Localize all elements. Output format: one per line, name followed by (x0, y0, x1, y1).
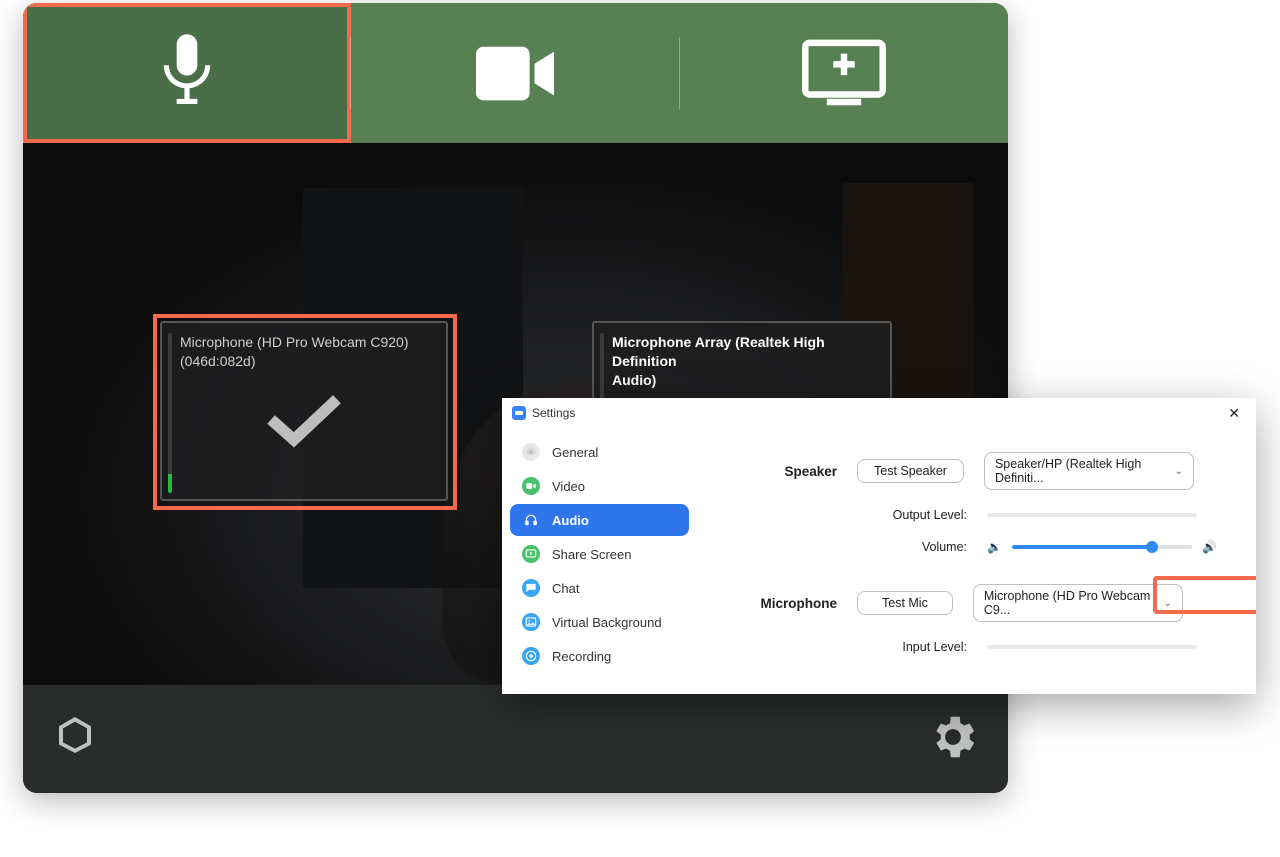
mic-option-hdpro[interactable]: Microphone (HD Pro Webcam C920) (046d:08… (160, 321, 448, 501)
output-level-label: Output Level: (727, 508, 967, 522)
nav-share-screen[interactable]: Share Screen (510, 538, 689, 570)
window-title: Settings (532, 406, 575, 420)
nav-label: Audio (552, 513, 589, 528)
bottom-toolbar (23, 685, 1008, 793)
nav-virtual-background[interactable]: Virtual Background (510, 606, 689, 638)
nav-chat[interactable]: Chat (510, 572, 689, 604)
tab-video[interactable] (351, 3, 679, 143)
record-icon (522, 647, 540, 665)
app-icon (512, 406, 526, 420)
nav-general[interactable]: General (510, 436, 689, 468)
nav-label: Share Screen (552, 547, 632, 562)
speaker-label: Speaker (727, 464, 837, 479)
chevron-down-icon: ⌄ (1163, 598, 1171, 609)
settings-window: Settings ✕ General Video Audio Share Scr… (502, 398, 1256, 694)
volume-label: Volume: (727, 540, 967, 554)
video-camera-icon (476, 46, 554, 101)
speaker-row: Speaker Test Speaker Speaker/HP (Realtek… (727, 452, 1226, 490)
chevron-down-icon: ⌄ (1175, 466, 1183, 477)
settings-titlebar: Settings ✕ (502, 398, 1256, 428)
test-speaker-button[interactable]: Test Speaker (857, 459, 964, 483)
settings-nav: General Video Audio Share Screen Chat Vi… (502, 428, 697, 694)
tab-audio[interactable] (23, 3, 351, 143)
nav-label: Virtual Background (552, 615, 662, 630)
input-level-meter (987, 645, 1197, 649)
volume-slider[interactable] (1012, 545, 1192, 549)
chat-icon (522, 579, 540, 597)
settings-gear-icon[interactable] (926, 710, 980, 769)
headphones-icon (522, 511, 540, 529)
share-icon (522, 545, 540, 563)
mic-option-label: Microphone (HD Pro Webcam C920) (046d:08… (180, 333, 432, 371)
gear-icon (522, 443, 540, 461)
volume-row: Volume: 🔈 🔊 (727, 540, 1226, 554)
input-level-label: Input Level: (727, 640, 967, 654)
checkmark-icon (266, 391, 342, 452)
add-screen-icon (801, 38, 887, 108)
test-mic-button[interactable]: Test Mic (857, 591, 953, 615)
tab-screen-share[interactable] (680, 3, 1008, 143)
settings-content: Speaker Test Speaker Speaker/HP (Realtek… (697, 428, 1256, 694)
microphone-icon (156, 34, 218, 112)
nav-label: Video (552, 479, 585, 494)
input-level-row: Input Level: (727, 640, 1226, 654)
dropdown-value: Microphone (HD Pro Webcam C9... (984, 589, 1164, 617)
speaker-dropdown[interactable]: Speaker/HP (Realtek High Definiti... ⌄ (984, 452, 1194, 490)
nav-label: Recording (552, 649, 611, 664)
nav-recording[interactable]: Recording (510, 640, 689, 672)
top-tabs (23, 3, 1008, 143)
video-icon (522, 477, 540, 495)
dropdown-value: Speaker/HP (Realtek High Definiti... (995, 457, 1175, 485)
volume-high-icon: 🔊 (1202, 540, 1217, 554)
image-icon (522, 613, 540, 631)
nav-label: General (552, 445, 598, 460)
output-level-meter (987, 513, 1197, 517)
app-logo-icon[interactable] (51, 713, 99, 766)
mic-option-label: Microphone Array (Realtek High Definitio… (612, 333, 876, 390)
microphone-label: Microphone (727, 596, 837, 611)
volume-low-icon: 🔈 (987, 540, 1002, 554)
output-level-row: Output Level: (727, 508, 1226, 522)
microphone-dropdown[interactable]: Microphone (HD Pro Webcam C9... ⌄ (973, 584, 1183, 622)
microphone-row: Microphone Test Mic Microphone (HD Pro W… (727, 584, 1226, 622)
input-level-bar (168, 333, 172, 493)
nav-label: Chat (552, 581, 579, 596)
nav-video[interactable]: Video (510, 470, 689, 502)
nav-audio[interactable]: Audio (510, 504, 689, 536)
close-button[interactable]: ✕ (1222, 403, 1246, 424)
